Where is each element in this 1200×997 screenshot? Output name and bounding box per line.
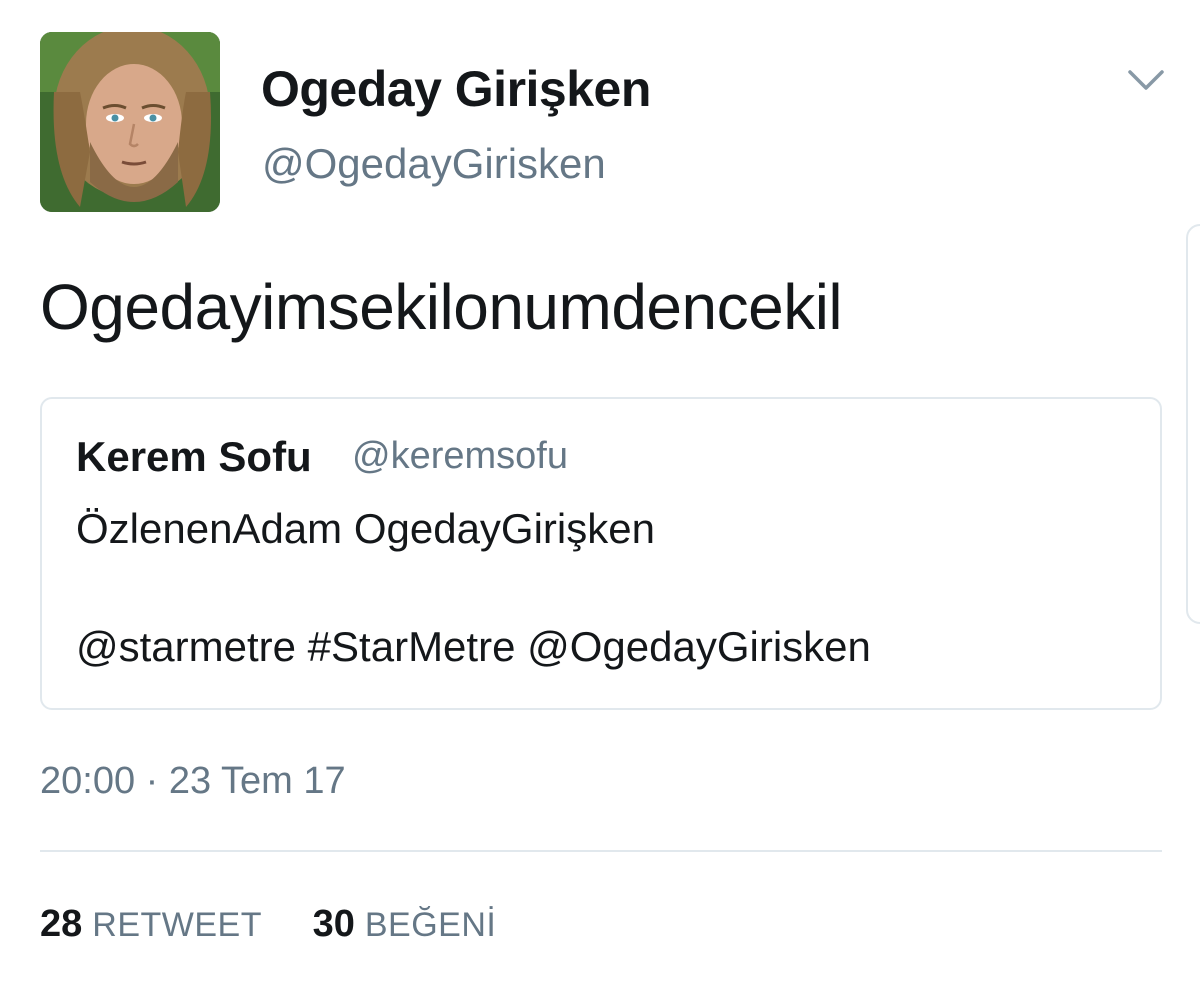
avatar-photo (40, 32, 220, 212)
retweets-label: RETWEET (92, 906, 262, 944)
author-handle[interactable]: @OgedayGirisken (262, 140, 606, 188)
chevron-down-icon[interactable] (1126, 66, 1166, 96)
quoted-author-handle: @keremsofu (352, 435, 568, 477)
quoted-tweet-text-line1: ÖzlenenAdam OgedayGirişken (76, 505, 655, 552)
divider (40, 850, 1162, 852)
avatar[interactable] (40, 32, 220, 212)
tweet-text: Ogedayimsekilonumdencekil (40, 271, 843, 343)
scrollbar[interactable] (1186, 224, 1200, 624)
tweet-stats: 28 RETWEET 30 BEĞENİ (40, 903, 536, 946)
quoted-tweet-card[interactable]: Kerem Sofu @keremsofu ÖzlenenAdam Ogeday… (40, 397, 1162, 710)
retweets-count: 28 (40, 903, 83, 945)
tweet-detail-page: Ogeday Girişken @OgedayGirisken Ogedayim… (0, 0, 1200, 997)
likes-label: BEĞENİ (364, 906, 497, 944)
quoted-author-name: Kerem Sofu (76, 433, 312, 480)
retweets-stat[interactable]: 28 RETWEET (40, 903, 262, 946)
quoted-tweet-text-line2: @starmetre #StarMetre @OgedayGirisken (76, 623, 871, 670)
tweet-timestamp[interactable]: 20:00 · 23 Tem 17 (40, 760, 346, 803)
author-display-name[interactable]: Ogeday Girişken (261, 60, 651, 118)
likes-count: 30 (312, 903, 355, 945)
likes-stat[interactable]: 30 BEĞENİ (313, 903, 497, 946)
